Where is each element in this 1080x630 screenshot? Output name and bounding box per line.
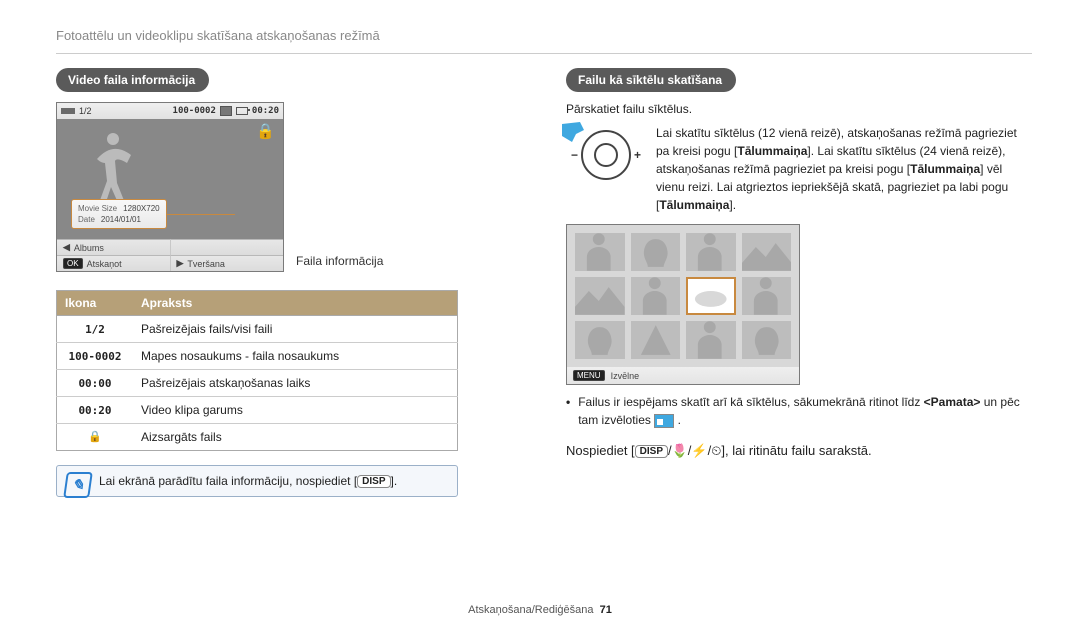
note-icon: ✎ <box>63 472 93 498</box>
camera-softkey-bar-2: OKAtskaņot ▶Tveršana <box>57 255 283 271</box>
camera-preview-mock: 1/2 100-0002 00:20 🔒 <box>56 102 284 272</box>
thumbnails-bullet-note: • Failus ir iespējams skatīt arī kā sīkt… <box>566 393 1026 429</box>
video-icon <box>220 106 232 116</box>
desc-cell: Aizsargāts fails <box>133 424 458 451</box>
icon-description-table: Ikona Apraksts 1/2Pašreizējais fails/vis… <box>56 290 458 451</box>
info-note: ✎ Lai ekrānā parādītu faila informāciju,… <box>56 465 458 497</box>
table-header-desc: Apraksts <box>133 291 458 316</box>
camera-folder-file: 100-0002 <box>173 106 216 116</box>
thumbnail-chip-icon <box>654 414 674 428</box>
section-heading-thumbnails: Failu kā sīktēlu skatīšana <box>566 68 736 92</box>
desc-cell: Mapes nosaukums - faila nosaukums <box>133 343 458 370</box>
lock-icon: 🔒 <box>57 424 134 451</box>
camera-file-counter: 1/2 <box>79 106 92 116</box>
ok-key-icon: OK <box>63 258 83 269</box>
dancer-silhouette-icon <box>87 129 141 209</box>
icon-cell: 1/2 <box>57 316 134 343</box>
desc-cell: Video klipa garums <box>133 397 458 424</box>
menu-softkey-label: Izvēlne <box>611 371 640 381</box>
selected-thumbnail <box>686 277 736 315</box>
battery-icon <box>236 107 248 115</box>
disp-button-icon: DISP <box>357 475 390 488</box>
camera-softkey-bar: ◀Albums <box>57 239 283 255</box>
file-info-popup: Movie Size1280X720 Date2014/01/01 <box>71 199 167 229</box>
divider <box>56 53 1032 54</box>
table-header-icon: Ikona <box>57 291 134 316</box>
section-heading-video-file-info: Video faila informācija <box>56 68 209 92</box>
scroll-instruction: Nospiediet [DISP/🌷/⚡/⏲], lai ritinātu fa… <box>566 443 1026 459</box>
icon-cell: 100-0002 <box>57 343 134 370</box>
camera-status-bar: 1/2 100-0002 00:20 <box>57 103 283 119</box>
zoom-instruction-text: Lai skatītu sīktēlus (12 vienā reizē), a… <box>656 124 1026 214</box>
icon-cell: 00:20 <box>57 397 134 424</box>
breadcrumb: Fotoattēlu un videoklipu skatīšana atska… <box>56 28 1032 43</box>
minus-icon: − <box>571 148 578 162</box>
menu-key-icon: MENU <box>573 370 605 381</box>
page-footer: Atskaņošana/Rediģēšana 71 <box>0 604 1080 616</box>
plus-icon: + <box>634 148 641 162</box>
desc-cell: Pašreizējais fails/visi faili <box>133 316 458 343</box>
file-info-callout-label: Faila informācija <box>296 254 383 268</box>
lock-icon: 🔒 <box>256 125 275 139</box>
icon-cell: 00:00 <box>57 370 134 397</box>
desc-cell: Pašreizējais atskaņošanas laiks <box>133 370 458 397</box>
camera-duration: 00:20 <box>252 106 279 116</box>
zoom-dial-illustration: − + <box>566 124 646 214</box>
disp-button-icon: DISP <box>635 445 668 458</box>
thumbnail-grid-mock: MENU Izvēlne <box>566 224 800 385</box>
thumbnails-subtext: Pārskatiet failu sīktēlus. <box>566 102 1026 116</box>
